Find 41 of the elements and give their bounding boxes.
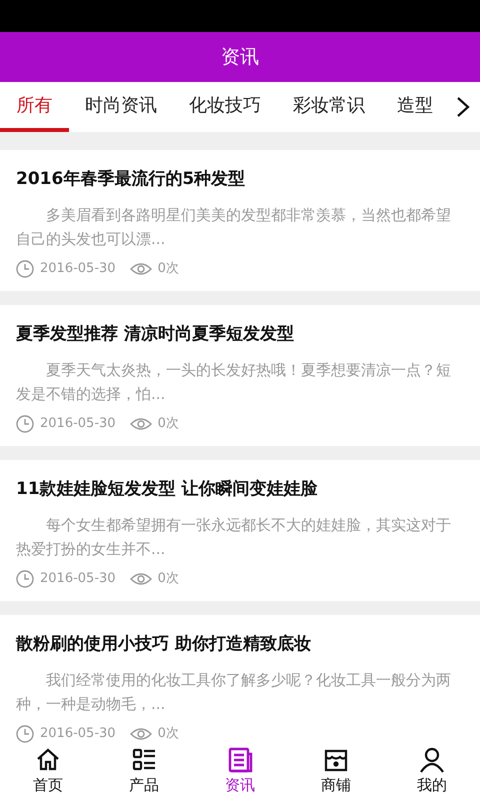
nav-tab[interactable]: 商铺 bbox=[288, 743, 384, 800]
page-title: 资讯 bbox=[221, 44, 259, 70]
clock-icon bbox=[16, 725, 34, 743]
category-tab[interactable]: 彩妆常识 bbox=[277, 82, 381, 132]
article-title: 2016年春季最流行的5种发型 bbox=[16, 168, 246, 191]
nav-tab[interactable]: 我的 bbox=[384, 743, 480, 800]
publish-date: 2016-05-30 bbox=[40, 725, 116, 743]
article-card[interactable]: 散粉刷的使用小技巧 助你打造精致底妆 我们经常使用的化妆工具你了解多少呢？化妆工具一般分为两种，一种是动物毛，... 2016-05-30 0次 bbox=[0, 615, 480, 743]
clock-icon bbox=[16, 570, 34, 588]
article-summary: 多美眉看到各路明星们美美的发型都非常羡慕，当然也都希望自己的头发也可以漂... bbox=[16, 205, 452, 250]
article-summary: 我们经常使用的化妆工具你了解多少呢？化妆工具一般分为两种，一种是动物毛，... bbox=[16, 670, 452, 715]
clock-icon bbox=[16, 260, 34, 278]
publish-date: 2016-05-30 bbox=[40, 570, 116, 588]
nav-tab[interactable]: 资讯 bbox=[192, 743, 288, 800]
article-summary: 每个女生都希望拥有一张永远都长不大的娃娃脸，其实这对于热爱打扮的女生并不... bbox=[16, 515, 452, 560]
article-card[interactable]: 11款娃娃脸短发发型 让你瞬间变娃娃脸 每个女生都希望拥有一张永远都长不大的娃娃脸，其实这对于热爱打扮的女生并不... 2016-05-30 0次 bbox=[0, 460, 480, 601]
nav-tab[interactable]: 首页 bbox=[0, 743, 96, 800]
article-title: 散粉刷的使用小技巧 助你打造精致底妆 bbox=[16, 633, 312, 656]
article-card[interactable]: 夏季发型推荐 清凉时尚夏季短发发型 夏季天气太炎热，一头的长发好热哦！夏季想要清凉一点？短发是不错的选择，怕... 2016-05-30 0次 bbox=[0, 305, 480, 446]
document-icon bbox=[226, 746, 254, 774]
category-tab[interactable]: 所有 bbox=[0, 82, 69, 132]
article-title: 11款娃娃脸短发发型 让你瞬间变娃娃脸 bbox=[16, 478, 319, 501]
publish-date: 2016-05-30 bbox=[40, 260, 116, 278]
view-count: 0次 bbox=[158, 260, 179, 278]
article-summary: 夏季天气太炎热，一头的长发好热哦！夏季想要清凉一点？短发是不错的选择，怕... bbox=[16, 360, 452, 405]
view-count: 0次 bbox=[158, 570, 179, 588]
eye-icon bbox=[130, 417, 152, 431]
article-card[interactable]: 2016年春季最流行的5种发型 多美眉看到各路明星们美美的发型都非常羡慕，当然也都希望自己的头发也可以漂... 2016-05-30 0次 bbox=[0, 150, 480, 291]
category-tab[interactable]: 时尚资讯 bbox=[69, 82, 173, 132]
user-icon bbox=[418, 746, 446, 774]
eye-icon bbox=[130, 262, 152, 276]
category-tab[interactable]: 造型 bbox=[381, 82, 449, 132]
eye-icon bbox=[130, 727, 152, 741]
view-count: 0次 bbox=[158, 415, 179, 434]
publish-date: 2016-05-30 bbox=[40, 415, 116, 434]
nav-tab[interactable]: 产品 bbox=[96, 743, 192, 800]
category-tab[interactable]: 化妆技巧 bbox=[173, 82, 277, 132]
view-count: 0次 bbox=[158, 725, 179, 743]
clock-icon bbox=[16, 415, 34, 433]
article-title: 夏季发型推荐 清凉时尚夏季短发发型 bbox=[16, 323, 295, 346]
eye-icon bbox=[130, 572, 152, 586]
